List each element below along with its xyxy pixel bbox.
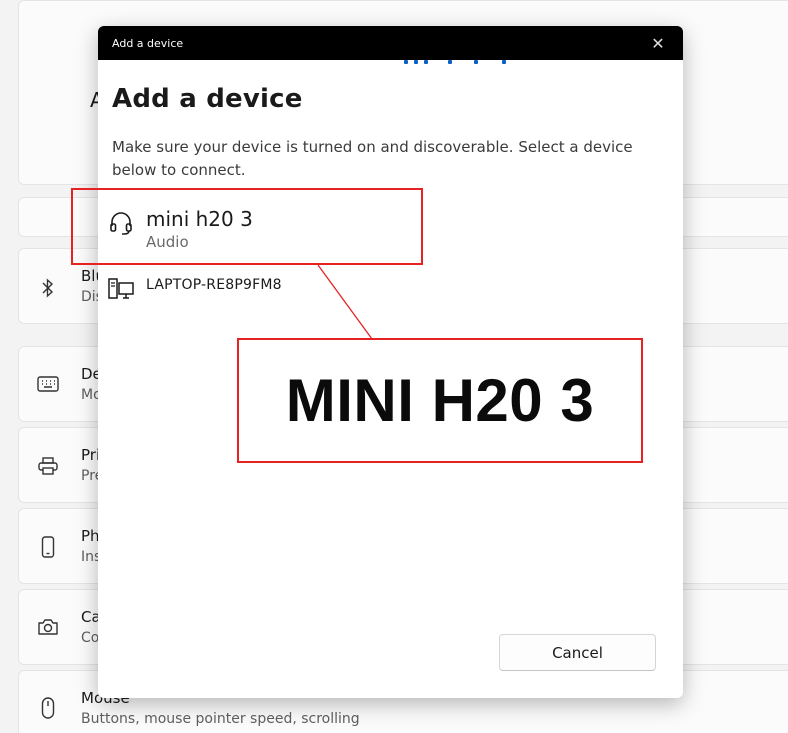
- headphones-icon: [106, 208, 136, 238]
- settings-item-subtitle: Co: [81, 630, 100, 646]
- progress-dot: [424, 60, 428, 64]
- progress-dot: [414, 60, 418, 64]
- dialog-heading: Add a device: [112, 84, 303, 114]
- close-icon[interactable]: ✕: [647, 34, 669, 53]
- device-name: LAPTOP-RE8P9FM8: [146, 277, 282, 293]
- searching-progress-indicator: [402, 60, 508, 64]
- computer-icon: [106, 274, 136, 304]
- dialog-description: Make sure your device is turned on and d…: [112, 138, 633, 179]
- device-list-item[interactable]: LAPTOP-RE8P9FM8: [106, 274, 526, 304]
- mouse-icon: [37, 697, 59, 719]
- device-text: LAPTOP-RE8P9FM8: [146, 274, 282, 296]
- progress-dot: [502, 60, 506, 64]
- bluetooth-icon: [37, 277, 59, 299]
- device-type: Audio: [146, 233, 189, 251]
- device-list-item[interactable]: mini h20 3 Audio: [106, 206, 526, 252]
- settings-item-title: Ph: [81, 527, 100, 545]
- camera-icon: [37, 616, 59, 638]
- phone-icon: [37, 536, 59, 558]
- device-name: mini h20 3: [146, 207, 253, 231]
- dialog-window-title: Add a device: [112, 36, 184, 50]
- keyboard-icon: [37, 373, 59, 395]
- callout-box: MINI H20 3: [237, 338, 643, 463]
- callout-text: MINI H20 3: [285, 367, 595, 434]
- cancel-button[interactable]: Cancel: [499, 634, 656, 671]
- dialog-titlebar[interactable]: Add a device ✕: [98, 26, 683, 60]
- printer-icon: [37, 455, 59, 477]
- settings-item-subtitle: Buttons, mouse pointer speed, scrolling: [81, 711, 360, 727]
- progress-dot: [474, 60, 478, 64]
- progress-dot: [448, 60, 452, 64]
- device-text: mini h20 3 Audio: [146, 206, 253, 252]
- progress-dot: [404, 60, 408, 64]
